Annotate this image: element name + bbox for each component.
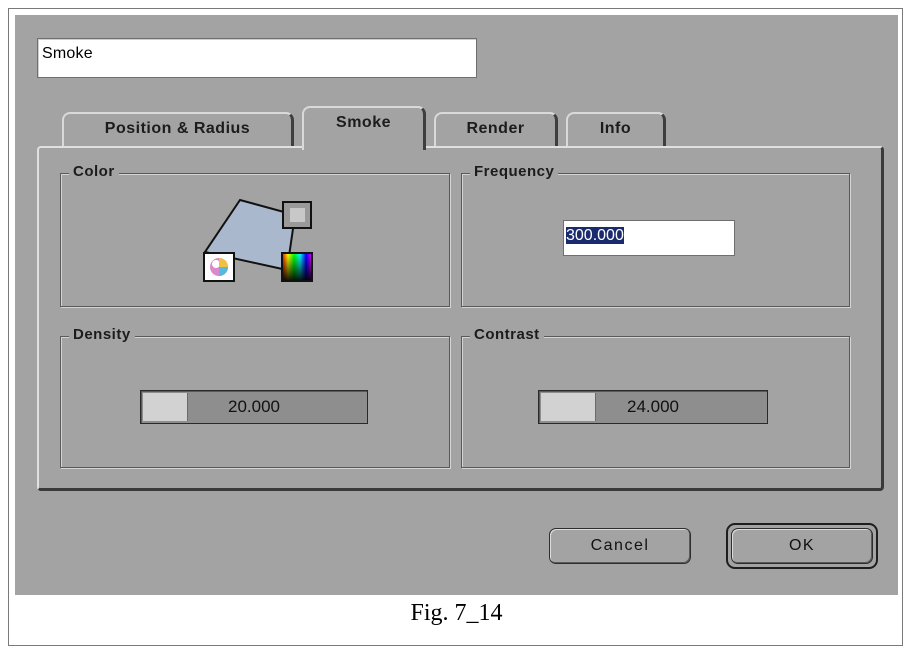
contrast-slider[interactable]: 24.000 — [538, 390, 768, 424]
frequency-group-title: Frequency — [470, 163, 559, 180]
density-slider[interactable]: 20.000 — [140, 390, 368, 424]
figure-caption: Fig. 7_14 — [410, 600, 503, 626]
ok-button[interactable]: OK — [731, 528, 873, 564]
color-spectrum-icon[interactable] — [281, 252, 313, 282]
tab-position-radius[interactable]: Position & Radius — [62, 112, 294, 148]
cancel-button[interactable]: Cancel — [549, 528, 691, 564]
color-wheel-icon[interactable] — [203, 252, 235, 282]
contrast-value: 24.000 — [627, 397, 679, 416]
tab-render[interactable]: Render — [434, 112, 558, 148]
tab-smoke[interactable]: Smoke — [302, 106, 426, 150]
grey-swatch-icon[interactable] — [282, 201, 312, 229]
frequency-value: 300.000 — [566, 227, 624, 244]
density-value: 20.000 — [228, 397, 280, 416]
tab-info[interactable]: Info — [566, 112, 666, 148]
color-group-title: Color — [69, 163, 119, 180]
effect-name-input[interactable]: Smoke — [37, 38, 477, 78]
contrast-group-title: Contrast — [470, 326, 544, 343]
color-gradient-widget[interactable] — [195, 190, 325, 286]
frequency-input[interactable]: 300.000 — [563, 220, 735, 256]
density-group-title: Density — [69, 326, 135, 343]
